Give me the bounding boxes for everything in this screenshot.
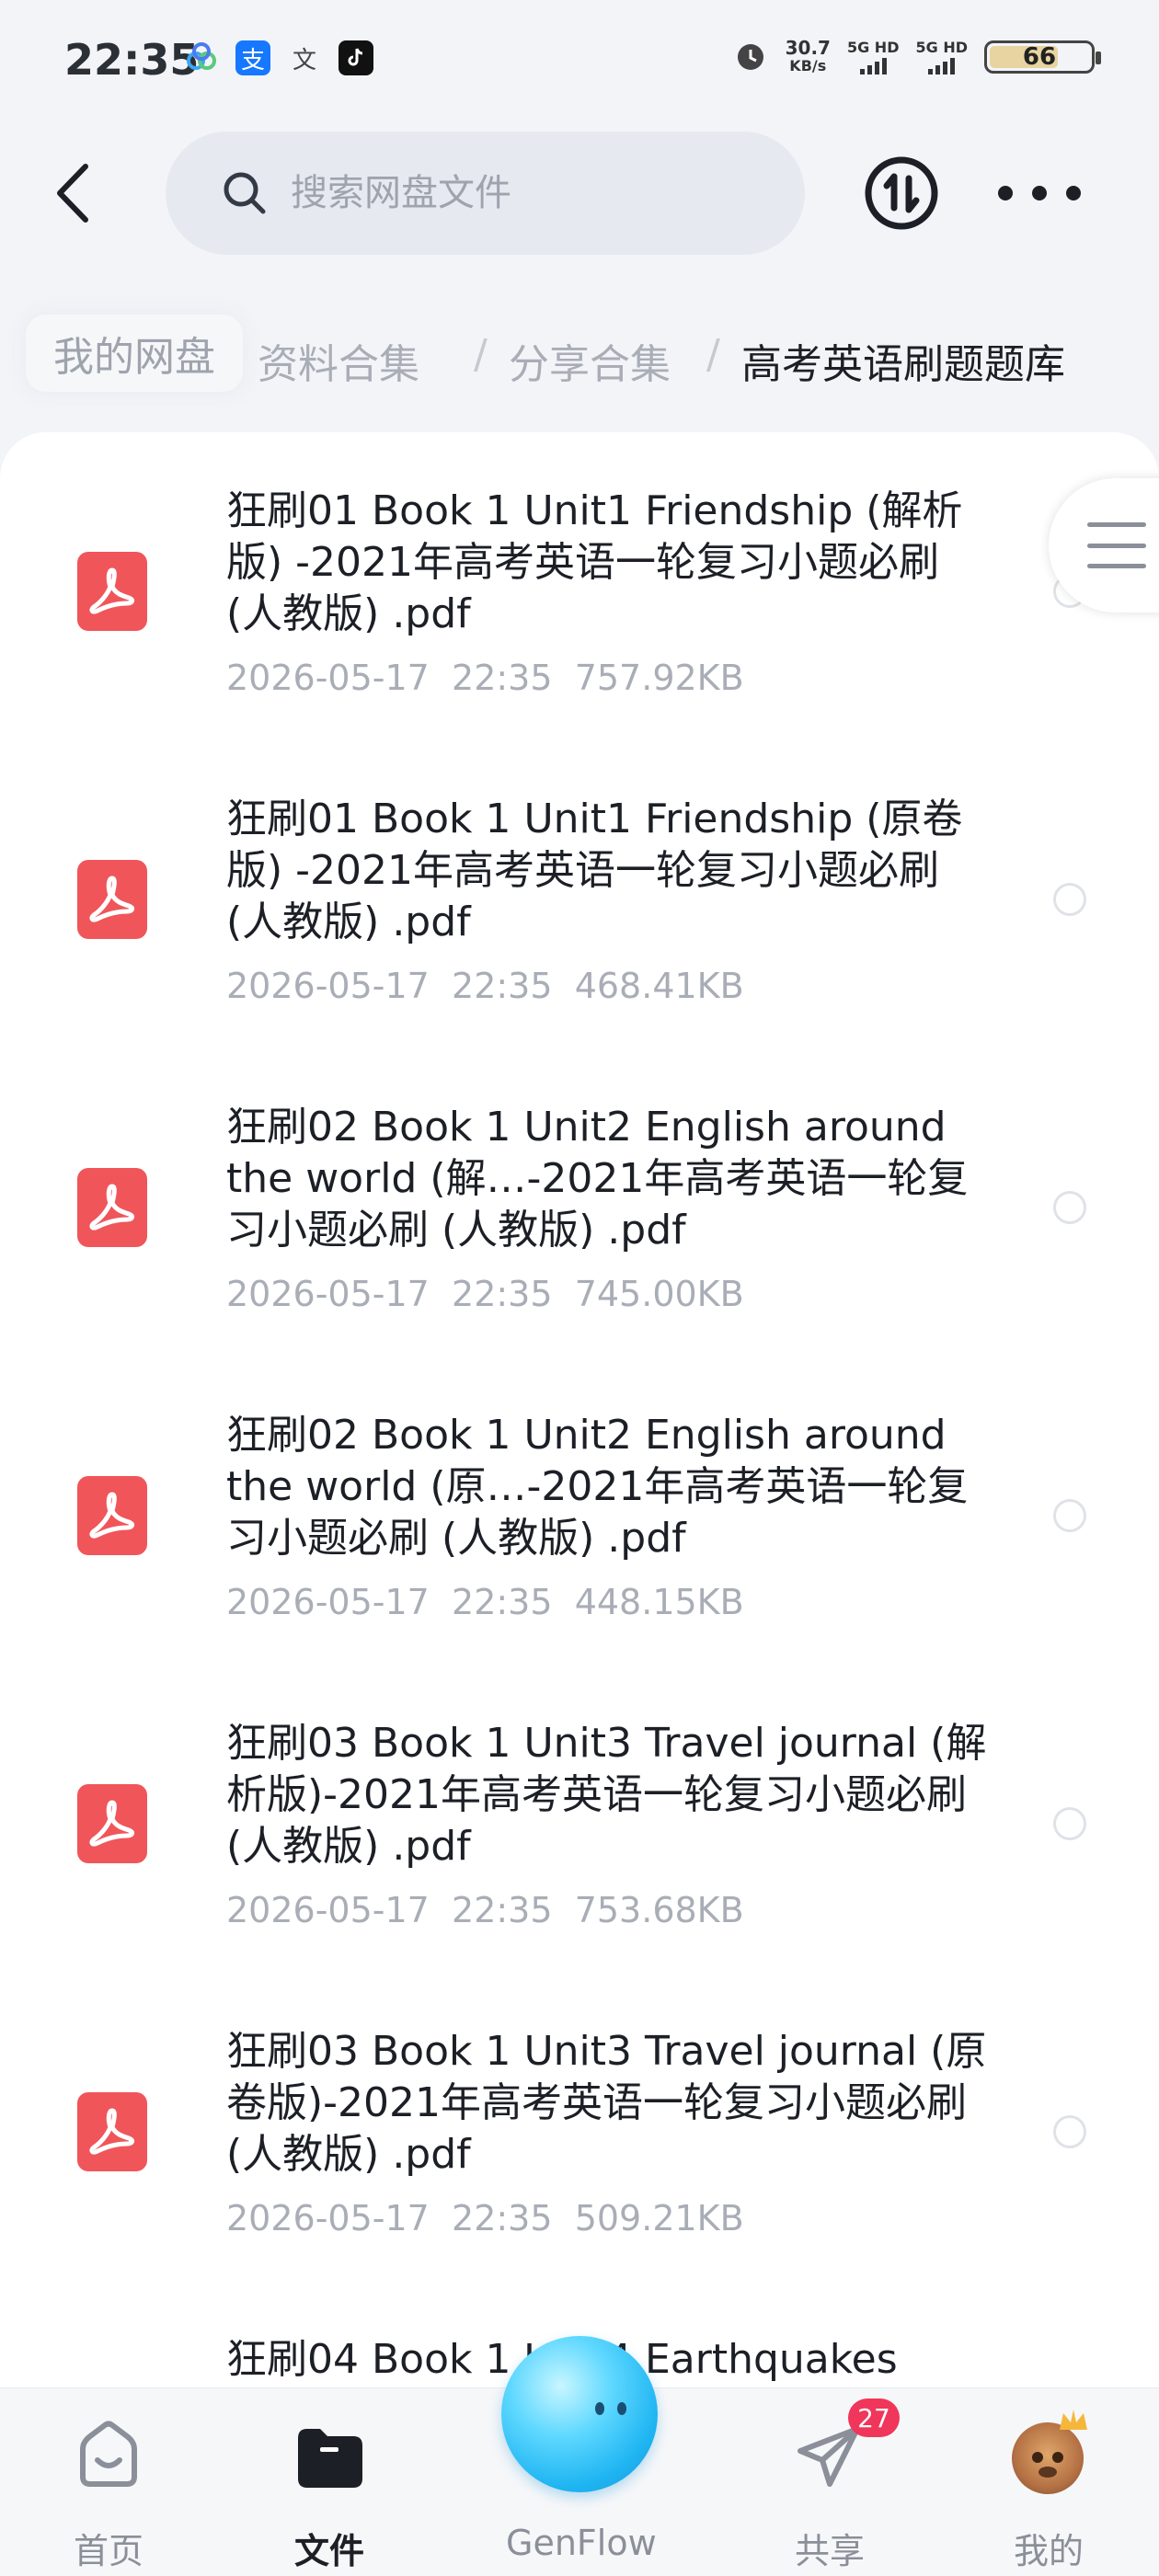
file-size: 468.41KB bbox=[574, 966, 744, 1006]
file-row[interactable]: 狂刷02 Book 1 Unit2 English around the wor… bbox=[0, 1048, 1159, 1357]
breadcrumb-separator: / bbox=[706, 331, 720, 378]
file-meta: 2026-05-17 22:35 468.41KB bbox=[226, 966, 744, 1006]
file-meta: 2026-05-17 22:35 753.68KB bbox=[226, 1890, 744, 1930]
file-size: 509.21KB bbox=[574, 2198, 744, 2238]
file-row[interactable]: 狂刷02 Book 1 Unit2 English around the wor… bbox=[0, 1357, 1159, 1665]
pdf-file-icon bbox=[77, 1168, 147, 1247]
select-radio[interactable] bbox=[1053, 1807, 1086, 1840]
file-row[interactable]: 狂刷03 Book 1 Unit3 Travel journal (解析版)-2… bbox=[0, 1665, 1159, 1973]
transfer-button[interactable] bbox=[863, 155, 940, 232]
crown-icon bbox=[1060, 2410, 1087, 2430]
network-speed: 30.7 KB/s bbox=[785, 37, 831, 74]
file-name: 狂刷02 Book 1 Unit2 English around the wor… bbox=[226, 1412, 969, 1562]
back-icon bbox=[57, 164, 88, 223]
signal-bars-icon bbox=[847, 56, 900, 74]
translate-icon: 文 bbox=[292, 46, 316, 74]
file-name: 狂刷02 Book 1 Unit2 English around the wor… bbox=[226, 1104, 969, 1254]
status-app-icons: 支 文 bbox=[184, 40, 373, 75]
alarm-icon bbox=[732, 37, 769, 77]
genflow-orb-icon[interactable] bbox=[501, 2336, 658, 2492]
home-icon bbox=[80, 2421, 137, 2487]
file-time: 22:35 bbox=[452, 1890, 553, 1930]
signal-bars-icon bbox=[915, 56, 968, 74]
transfer-icon bbox=[865, 156, 938, 230]
select-radio[interactable] bbox=[1053, 1191, 1086, 1224]
file-date: 2026-05-17 bbox=[226, 1274, 430, 1314]
file-date: 2026-05-17 bbox=[226, 2198, 430, 2238]
file-time: 22:35 bbox=[452, 658, 553, 698]
more-button[interactable] bbox=[998, 166, 1081, 221]
tab-me-label: 我的 bbox=[1013, 2531, 1084, 2571]
top-nav bbox=[0, 129, 1159, 258]
breadcrumb-item-shared[interactable]: 分享合集 bbox=[509, 331, 671, 390]
file-name: 狂刷03 Book 1 Unit3 Travel journal (解析版)-2… bbox=[226, 1720, 987, 1870]
pdf-file-icon bbox=[77, 1476, 147, 1555]
baidu-netdisk-icon bbox=[184, 40, 219, 75]
tiktok-icon bbox=[339, 40, 373, 75]
file-meta: 2026-05-17 22:35 757.92KB bbox=[226, 658, 744, 698]
breadcrumb-home[interactable]: 我的网盘 bbox=[26, 315, 243, 392]
tab-share-label: 共享 bbox=[794, 2531, 865, 2571]
file-row[interactable]: 狂刷03 Book 1 Unit3 Travel journal (原卷版)-2… bbox=[0, 1973, 1159, 2281]
file-date: 2026-05-17 bbox=[226, 1582, 430, 1622]
pdf-file-icon bbox=[77, 552, 147, 631]
file-name: 狂刷03 Book 1 Unit3 Travel journal (原卷版)-2… bbox=[226, 2028, 987, 2178]
search-icon bbox=[224, 172, 266, 214]
file-meta: 2026-05-17 22:35 448.15KB bbox=[226, 1582, 744, 1622]
alipay-icon: 支 bbox=[235, 40, 270, 75]
file-size: 753.68KB bbox=[574, 1890, 744, 1930]
tab-genflow-label: GenFlow bbox=[506, 2523, 657, 2563]
file-list: 狂刷01 Book 1 Unit1 Friendship (解析版) -2021… bbox=[0, 432, 1159, 2575]
breadcrumb-current: 高考英语刷题题库 bbox=[741, 341, 1065, 388]
pdf-file-icon bbox=[77, 1784, 147, 1863]
share-badge: 27 bbox=[848, 2399, 900, 2437]
file-size: 757.92KB bbox=[574, 658, 744, 698]
file-row[interactable]: 狂刷01 Book 1 Unit1 Friendship (原卷版) -2021… bbox=[0, 740, 1159, 1048]
back-button[interactable] bbox=[37, 156, 110, 230]
battery-level: 66 bbox=[1022, 43, 1057, 71]
file-meta: 2026-05-17 22:35 745.00KB bbox=[226, 1274, 744, 1314]
folder-icon bbox=[298, 2429, 362, 2488]
file-meta: 2026-05-17 22:35 509.21KB bbox=[226, 2198, 744, 2238]
pdf-file-icon bbox=[77, 860, 147, 939]
file-time: 22:35 bbox=[452, 1582, 553, 1622]
select-radio[interactable] bbox=[1053, 1499, 1086, 1532]
menu-icon bbox=[1087, 522, 1146, 568]
select-radio[interactable] bbox=[1053, 2115, 1086, 2148]
file-name: 狂刷01 Book 1 Unit1 Friendship (原卷版) -2021… bbox=[226, 796, 963, 945]
file-size: 745.00KB bbox=[574, 1274, 744, 1314]
breadcrumb-separator: / bbox=[474, 331, 488, 378]
file-date: 2026-05-17 bbox=[226, 966, 430, 1006]
tab-files-label: 文件 bbox=[293, 2531, 364, 2571]
signal-5g-1: 5G HD bbox=[847, 40, 900, 74]
file-time: 22:35 bbox=[452, 966, 553, 1006]
file-name: 狂刷01 Book 1 Unit1 Friendship (解析版) -2021… bbox=[226, 487, 963, 637]
pdf-file-icon bbox=[77, 2092, 147, 2171]
file-size: 448.15KB bbox=[574, 1582, 744, 1622]
file-row[interactable]: 狂刷01 Book 1 Unit1 Friendship (解析版) -2021… bbox=[0, 432, 1159, 740]
file-time: 22:35 bbox=[452, 1274, 553, 1314]
tab-home-label: 首页 bbox=[73, 2531, 143, 2571]
more-icon bbox=[998, 186, 1013, 200]
status-bar: 22:35 支 文 30.7 KB/s 5G HD 5G HD 66 bbox=[0, 0, 1159, 120]
select-radio[interactable] bbox=[1053, 883, 1086, 916]
battery-icon: 66 bbox=[984, 40, 1101, 74]
breadcrumb: 资料合集 / 分享合集 / 高考英语刷题题库 我的网盘 bbox=[0, 313, 1159, 405]
status-time: 22:35 bbox=[64, 35, 200, 85]
status-right: 30.7 KB/s 5G HD 5G HD 66 bbox=[732, 37, 1101, 77]
search-bar[interactable] bbox=[166, 132, 805, 255]
file-time: 22:35 bbox=[452, 2198, 553, 2238]
file-date: 2026-05-17 bbox=[226, 658, 430, 698]
file-date: 2026-05-17 bbox=[226, 1890, 430, 1930]
search-input[interactable] bbox=[289, 171, 771, 215]
signal-5g-2: 5G HD bbox=[915, 40, 968, 74]
breadcrumb-item-materials[interactable]: 资料合集 bbox=[258, 331, 419, 390]
